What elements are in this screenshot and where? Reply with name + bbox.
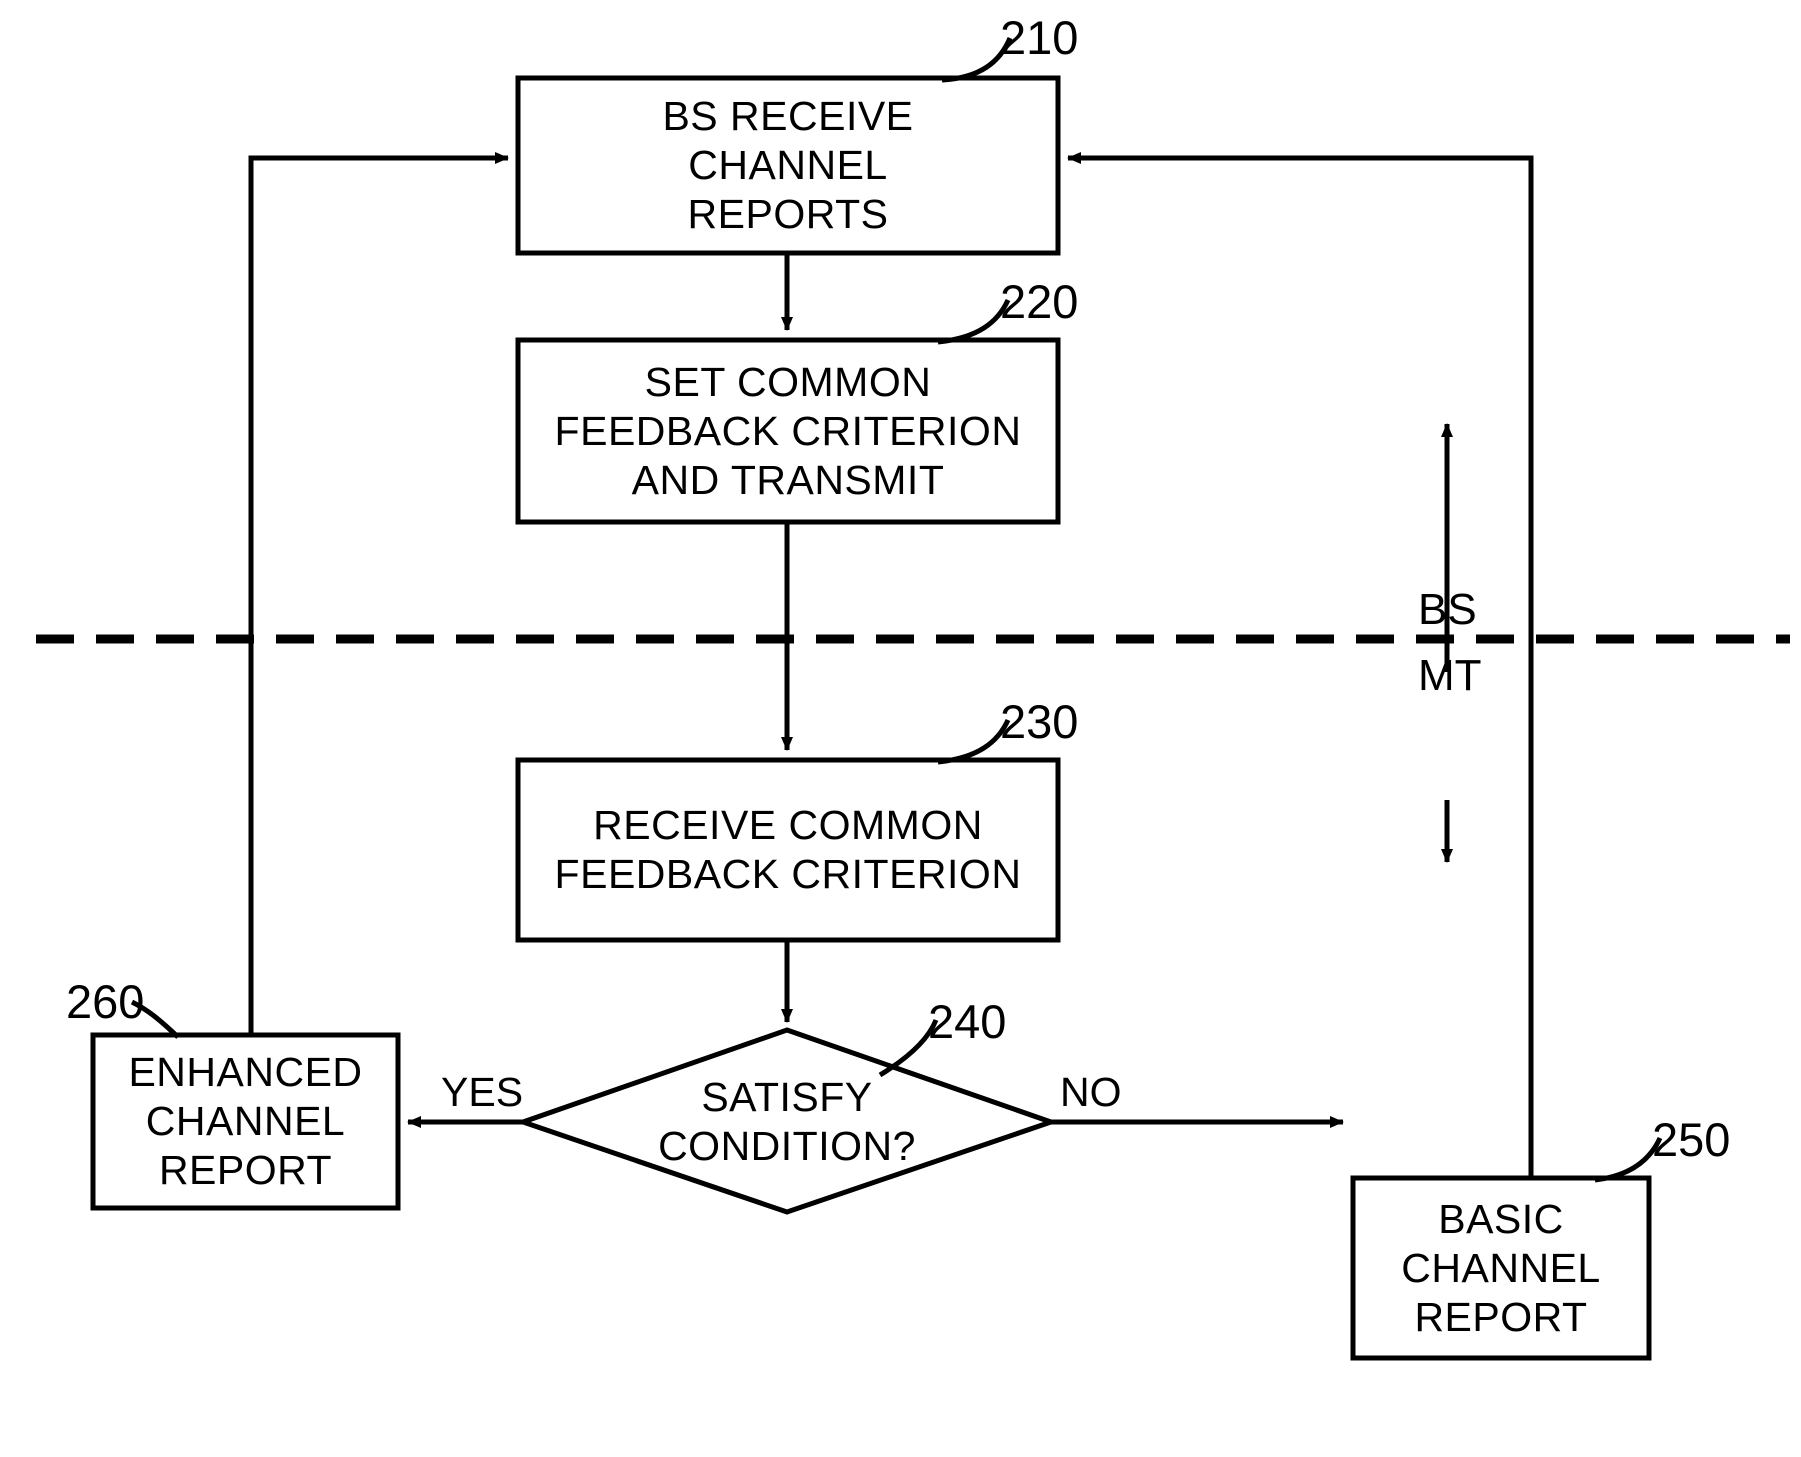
- ref-number-240: 240: [928, 995, 1007, 1048]
- node-box-210: [515, 75, 1061, 256]
- edge-label-yes: YES: [441, 1069, 524, 1115]
- ref-number-230: 230: [1000, 695, 1079, 748]
- node-box-260: [90, 1032, 401, 1211]
- node-box-250: [1350, 1175, 1652, 1361]
- ref-number-250: 250: [1652, 1113, 1731, 1166]
- leader-line-250: [1594, 1136, 1663, 1183]
- divider-label-mt: MT: [1418, 651, 1482, 700]
- figure-canvas: BS RECEIVE CHANNEL REPORTS SET COMMON FE…: [0, 0, 1801, 1457]
- leader-line-220: [937, 298, 1011, 345]
- node-box-230: [515, 757, 1061, 943]
- flowchart-graphics: [36, 36, 1790, 1361]
- edge-label-no: NO: [1060, 1069, 1122, 1115]
- leader-line-230: [937, 718, 1011, 765]
- divider-label-bs: BS: [1418, 585, 1477, 634]
- feedback-path-260-to-210: [248, 152, 509, 1035]
- node-diamond-240: [515, 1027, 1059, 1215]
- ref-number-210: 210: [1000, 11, 1079, 64]
- node-box-220: [515, 337, 1061, 525]
- ref-number-220: 220: [1000, 275, 1079, 328]
- ref-number-260: 260: [66, 975, 145, 1028]
